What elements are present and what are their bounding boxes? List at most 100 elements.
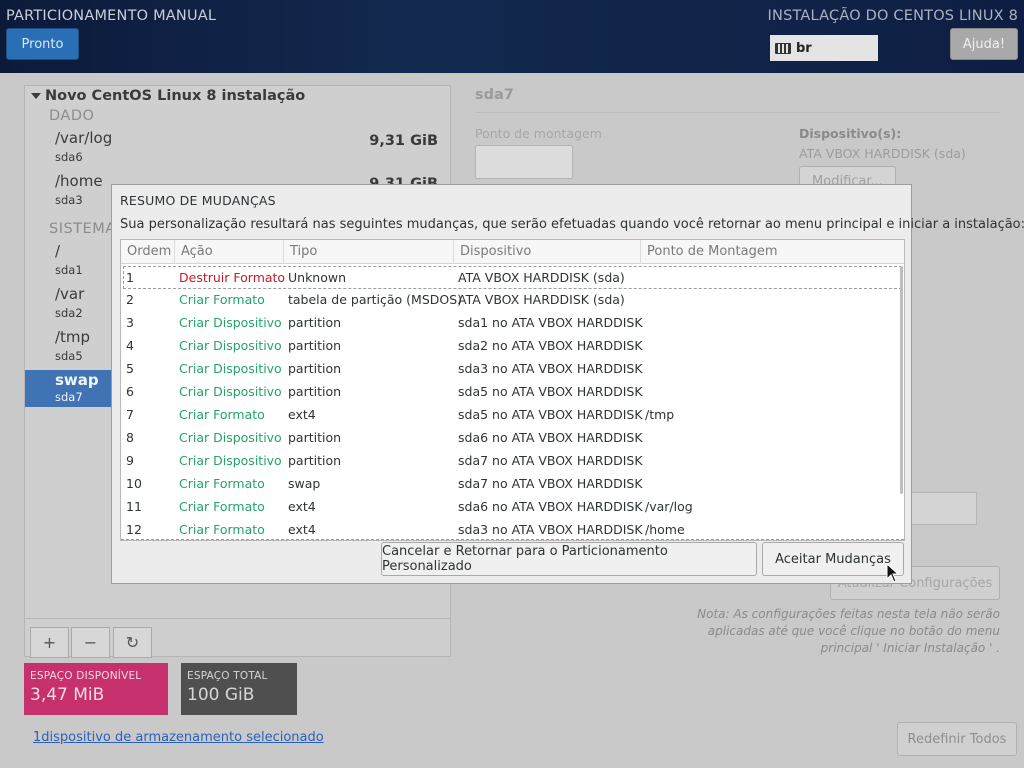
expander-triangle-icon (31, 93, 41, 99)
cell-type: partition (288, 384, 342, 399)
table-row[interactable]: 2 Criar Formato tabela de partição (MSDOS)… (123, 289, 902, 312)
cell-mount-point: /tmp (645, 407, 675, 422)
table-row[interactable]: 9 Criar Dispositivo partition sda7 no ATA V… (123, 450, 902, 473)
table-row[interactable]: 3 Criar Dispositivo partition sda1 no ATA V… (123, 312, 902, 335)
cell-order: 8 (126, 430, 134, 445)
refresh-button[interactable]: ↻ (113, 627, 152, 658)
mount-point-size: 9,31 GiB (369, 133, 438, 149)
page-title: PARTICIONAMENTO MANUAL (6, 8, 217, 24)
cell-action: Criar Formato (179, 292, 265, 307)
column-header-action[interactable]: Ação (175, 240, 284, 264)
table-row[interactable]: 4 Criar Dispositivo partition sda2 no ATA V… (123, 335, 902, 358)
cell-type: tabela de partição (MSDOS) (288, 292, 463, 307)
cell-type: swap (288, 476, 321, 491)
cell-order: 6 (126, 384, 134, 399)
header-bar: PARTICIONAMENTO MANUAL Pronto INSTALAÇÃO… (0, 0, 1024, 73)
cell-mount-point: /var/log (645, 499, 693, 514)
available-space-box: ESPAÇO DISPONÍVEL 3,47 MiB (24, 663, 168, 715)
column-header-device[interactable]: Dispositivo (454, 240, 641, 264)
cell-action: Criar Formato (179, 499, 265, 514)
keyboard-layout-label: br (796, 40, 812, 56)
reset-all-button[interactable]: Redefinir Todos (897, 722, 1017, 756)
table-row[interactable]: 6 Criar Dispositivo partition sda5 no ATA V… (123, 381, 902, 404)
column-header-order[interactable]: Ordem (121, 240, 175, 264)
cell-order: 9 (126, 453, 134, 468)
cell-mount-point: /home (645, 522, 685, 537)
cancel-return-button[interactable]: Cancelar e Retornar para o Particionamen… (381, 542, 757, 576)
total-space-box: ESPAÇO TOTAL 100 GiB (181, 663, 297, 715)
cell-device: sda3 no ATA VBOX HARDDISK (458, 522, 643, 537)
install-title: INSTALAÇÃO DO CENTOS LINUX 8 (767, 8, 1018, 24)
installation-tree-header[interactable]: Novo CentOS Linux 8 instalação (31, 88, 305, 104)
table-row[interactable]: 7 Criar Formato ext4 sda5 no ATA VBOX HARDD… (123, 404, 902, 427)
table-row[interactable]: 1 Destruir Formato Unknown ATA VBOX HARDDIS… (123, 266, 902, 289)
dialog-title: RESUMO DE MUDANÇAS (120, 193, 276, 208)
cell-device: ATA VBOX HARDDISK (sda) (458, 270, 625, 285)
remove-mount-point-button[interactable]: − (71, 627, 110, 658)
mount-point-item-var-log[interactable]: /var/log sda6 9,31 GiB (25, 128, 450, 171)
cell-action: Criar Dispositivo (179, 361, 282, 376)
table-row[interactable]: 5 Criar Dispositivo partition sda3 no ATA V… (123, 358, 902, 381)
cell-order: 2 (126, 292, 134, 307)
available-space-value: 3,47 MiB (30, 685, 105, 705)
column-header-type[interactable]: Tipo (284, 240, 454, 264)
mount-point-name: /var/log (55, 129, 113, 147)
help-button[interactable]: Ajuda! (950, 28, 1018, 60)
mount-point-name: /tmp (55, 328, 91, 346)
cell-device: ATA VBOX HARDDISK (sda) (458, 292, 625, 307)
cell-device: sda7 no ATA VBOX HARDDISK (458, 453, 643, 468)
table-row[interactable]: 11 Criar Formato ext4 sda6 no ATA VBOX HARD… (123, 496, 902, 519)
cell-type: partition (288, 315, 342, 330)
cell-type: partition (288, 453, 342, 468)
cell-action: Destruir Formato (179, 270, 286, 285)
cell-device: sda7 no ATA VBOX HARDDISK (458, 476, 643, 491)
cell-action: Criar Dispositivo (179, 315, 282, 330)
cell-type: ext4 (288, 522, 316, 537)
summary-of-changes-dialog: RESUMO DE MUDANÇAS Sua personalização re… (111, 184, 1024, 584)
mount-point-device: sda5 (55, 349, 83, 363)
devices-value: ATA VBOX HARDDISK (sda) (799, 146, 966, 161)
table-scrollbar[interactable] (900, 266, 903, 494)
mount-point-name: /var (55, 285, 85, 303)
group-label-data: DADO (49, 108, 95, 124)
mount-point-name: swap (55, 371, 99, 389)
cell-device: sda2 no ATA VBOX HARDDISK (458, 338, 643, 353)
mount-point-item-swap[interactable]: swap sda7 (25, 370, 111, 407)
cell-device: sda6 no ATA VBOX HARDDISK (458, 499, 643, 514)
installation-tree-title: Novo CentOS Linux 8 instalação (45, 88, 306, 104)
table-row[interactable]: 10 Criar Formato swap sda7 no ATA VBOX HARD… (123, 473, 902, 496)
mouse-cursor-icon (886, 563, 900, 583)
cell-type: partition (288, 430, 342, 445)
mount-point-input[interactable] (475, 145, 573, 179)
group-label-system: SISTEMA (49, 221, 116, 237)
cell-action: Criar Dispositivo (179, 384, 282, 399)
accept-changes-button[interactable]: Aceitar Mudanças (762, 542, 904, 576)
available-space-label: ESPAÇO DISPONÍVEL (30, 670, 142, 682)
mount-point-device: sda6 (55, 150, 83, 164)
keyboard-layout-indicator[interactable]: br (770, 35, 878, 61)
storage-devices-link[interactable]: 1dispositivo de armazenamento selecionad… (33, 730, 324, 745)
done-button[interactable]: Pronto (6, 28, 79, 60)
cell-action: Criar Dispositivo (179, 338, 282, 353)
table-header: Ordem Ação Tipo Dispositivo Ponto de Mon… (121, 240, 904, 264)
cell-action: Criar Formato (179, 522, 265, 537)
dialog-description: Sua personalização resultará nas seguint… (120, 217, 1024, 232)
mount-point-label: Ponto de montagem (475, 126, 602, 141)
table-row[interactable]: 12 Criar Formato ext4 sda3 no ATA VBOX HARD… (123, 519, 902, 540)
table-row[interactable]: 8 Criar Dispositivo partition sda6 no ATA V… (123, 427, 902, 450)
cell-device: sda3 no ATA VBOX HARDDISK (458, 361, 643, 376)
add-mount-point-button[interactable]: + (30, 627, 69, 658)
column-header-mount-point[interactable]: Ponto de Montagem (641, 240, 904, 264)
devices-label: Dispositivo(s): (799, 126, 902, 141)
cell-type: ext4 (288, 499, 316, 514)
mount-point-toolbar: + − ↻ (25, 618, 450, 658)
divider (475, 112, 1000, 113)
cell-order: 3 (126, 315, 134, 330)
cell-action: Criar Formato (179, 476, 265, 491)
cell-device: sda5 no ATA VBOX HARDDISK (458, 384, 643, 399)
cell-type: partition (288, 361, 342, 376)
cell-order: 4 (126, 338, 134, 353)
selected-device-title: sda7 (475, 87, 514, 103)
mount-point-device: sda7 (55, 390, 83, 404)
cell-order: 11 (126, 499, 142, 514)
